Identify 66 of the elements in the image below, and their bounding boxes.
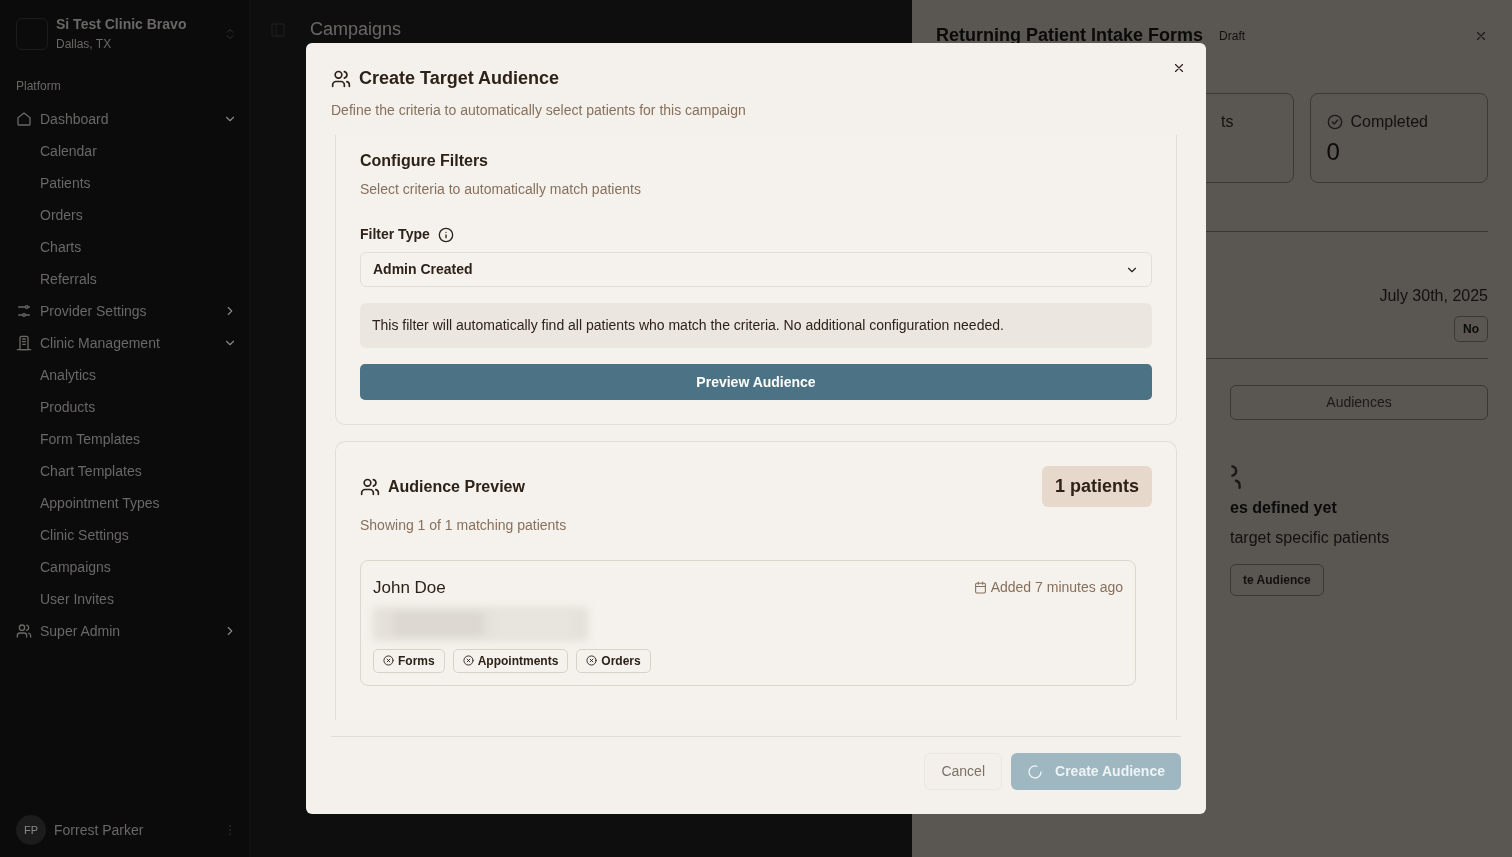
nav-item[interactable]: Dashboard (16, 103, 237, 135)
nav-subitem[interactable]: Campaigns (40, 551, 237, 583)
nav-label: Dashboard (40, 109, 110, 129)
x-circle-icon (383, 655, 394, 666)
nav-subitem[interactable]: Chart Templates (40, 455, 237, 487)
modal-subtitle: Define the criteria to automatically select patients for this campaign (331, 101, 747, 120)
preview-button[interactable]: Preview Audience (360, 364, 1152, 400)
sliders-icon (16, 303, 32, 319)
count-badge: 1 patients (1041, 466, 1152, 507)
nav-subitem[interactable]: Calendar (40, 135, 237, 167)
nav-item[interactable]: Clinic Management (16, 327, 237, 359)
select-field[interactable]: Admin Created (360, 252, 1152, 287)
spinner-icon (1027, 763, 1044, 780)
nav-subitem[interactable]: Form Templates (40, 423, 237, 455)
user-name: Forrest Parker (54, 820, 145, 840)
nav-subitem[interactable]: Appointment Types (40, 487, 237, 519)
nav-label: Provider Settings (40, 301, 148, 321)
nav-subitem[interactable]: Charts (40, 231, 237, 263)
empty-title: es defined yet (1230, 498, 1337, 518)
nav-label: Super Admin (40, 621, 122, 641)
info-icon (437, 226, 454, 243)
empty-text: target specific patients (1230, 528, 1390, 548)
modal-title: Create Target Audience (359, 67, 560, 90)
field-label: Filter Type (360, 225, 430, 244)
stat-label: Completed (1350, 112, 1428, 132)
cancel-button[interactable]: Cancel (924, 753, 1003, 790)
user-avatar: FP (16, 815, 46, 845)
clinic-name: Si Test Clinic Bravo (56, 15, 188, 34)
home-icon (16, 111, 32, 127)
status-tag: Appointments (452, 648, 569, 673)
section-title: Audience Preview (388, 476, 525, 497)
nav-subitem[interactable]: Orders (40, 199, 237, 231)
section-label: Platform (16, 78, 62, 95)
stat-label: ts (1221, 112, 1234, 132)
status-tag: Forms (373, 648, 445, 673)
panel-title: Returning Patient Intake Forms (936, 24, 1204, 47)
page-title: Campaigns (310, 18, 402, 41)
section-subtitle: Select criteria to automatically match patients (360, 180, 642, 199)
status-tag: Orders (576, 648, 651, 673)
nav-subitem[interactable]: Referrals (40, 263, 237, 295)
status-label: Draft (1219, 27, 1246, 45)
nav-subitem[interactable]: Products (40, 391, 237, 423)
patient-name: John Doe (373, 577, 446, 599)
section-title: Configure Filters (360, 151, 489, 171)
nav-item[interactable]: Provider Settings (16, 295, 237, 327)
nav-subitem[interactable]: Patients (40, 167, 237, 199)
date-value: July 30th, 2025 (1378, 286, 1488, 306)
calendar-icon (973, 581, 987, 595)
building-icon (16, 335, 32, 351)
nav-subitem[interactable]: User Invites (40, 583, 237, 615)
x-circle-icon (462, 655, 474, 666)
section-subtitle: Showing 1 of 1 matching patients (360, 516, 568, 535)
clinic-location: Dallas, TX (56, 36, 113, 53)
nav-subitem[interactable]: Analytics (40, 359, 237, 391)
x-circle-icon (586, 655, 598, 666)
nav-item[interactable]: Super Admin (16, 615, 237, 647)
added-time: Added 7 minutes ago (990, 578, 1123, 598)
check-circle-icon (1326, 114, 1343, 130)
nav-subitem[interactable]: Clinic Settings (40, 519, 237, 551)
info-message: This filter will automatically find all patients who match the criteria. No additional configuration needed. (360, 303, 1152, 348)
flag-badge: No (1454, 316, 1488, 342)
close-icon (1172, 61, 1186, 75)
create-audience-button[interactable]: te Audience (1230, 564, 1324, 596)
nav-label: Clinic Management (40, 333, 161, 353)
tab[interactable]: Audiences (1230, 385, 1488, 420)
stat-value: 0 (1326, 137, 1341, 167)
